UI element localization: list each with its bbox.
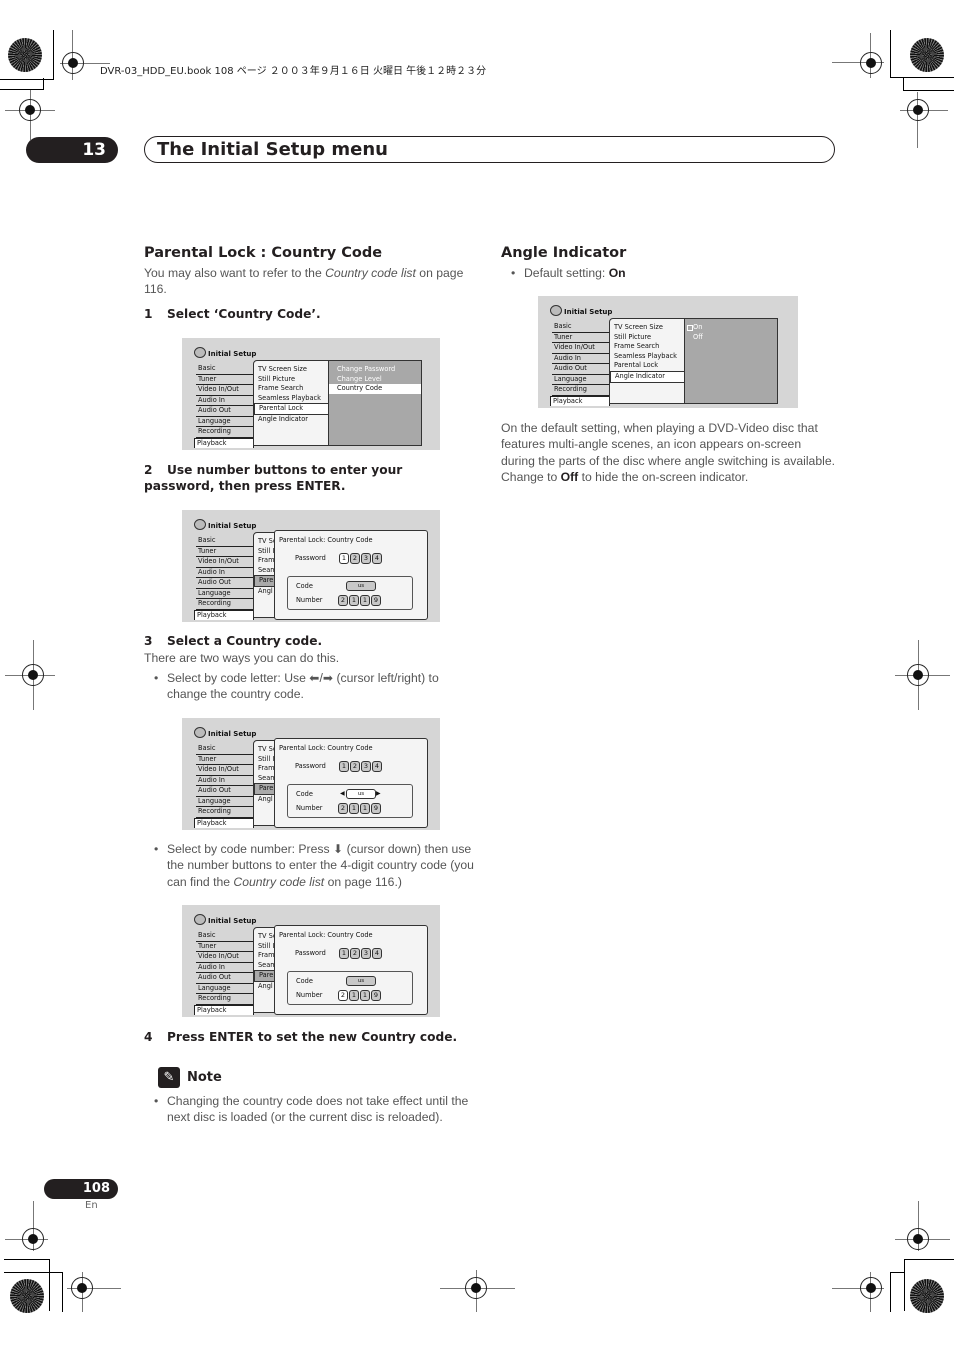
osd-category-list: Basic Tuner Video In/Out Audio In Audio … [194, 364, 254, 448]
osd-category: Recording [196, 427, 254, 438]
registration-mark-icon [860, 52, 882, 74]
registration-mark-icon [860, 1277, 882, 1299]
setup-disc-icon [194, 914, 206, 925]
setup-disc-icon [550, 305, 562, 316]
osd-screen-code-letter: Initial Setup Basic Tuner Video In/Out Audi… [182, 718, 440, 830]
language-code: En [85, 1200, 98, 1211]
chapter-number-badge: 13 [26, 137, 118, 163]
osd-option-off: Off [693, 332, 703, 341]
note-title: Note [187, 1070, 222, 1085]
bullet-code-letter: • Select by code letter: Use ⬅/➡ (cursor … [154, 671, 439, 702]
default-setting: • Default setting: On [511, 266, 626, 280]
osd-screen-password: Initial Setup Basic Tuner Video In/Out Audi… [182, 510, 440, 622]
registration-mark-icon [465, 1277, 487, 1299]
setup-disc-icon [194, 347, 206, 358]
note-pencil-icon: ✎ [158, 1067, 180, 1088]
setup-disc-icon [194, 727, 206, 738]
osd-category: Audio In [196, 396, 254, 406]
step-4: 4 Press ENTER to set the new Country code… [144, 1030, 458, 1044]
osd-category: Basic [196, 364, 254, 375]
crop-mark [0, 79, 54, 80]
code-value-selected: us [346, 789, 376, 799]
registration-mark-icon [71, 1277, 93, 1299]
registration-disc-icon [8, 38, 42, 72]
registration-mark-icon [62, 52, 84, 74]
osd-screen-code-number: Initial Setup Basic Tuner Video In/Out Audi… [182, 905, 440, 1017]
registration-mark-icon [907, 99, 929, 121]
osd-title: Initial Setup [194, 347, 256, 358]
crop-mark [0, 89, 44, 90]
registration-disc-icon [910, 1279, 944, 1313]
section-heading-angle-indicator: Angle Indicator [501, 245, 627, 261]
intro-paragraph: You may also want to refer to the Countr… [144, 266, 464, 297]
bullet-code-number: • Select by code number: Press ⬇ (cursor … [154, 842, 474, 889]
registration-mark-icon [22, 664, 44, 686]
osd-screen-angle-indicator: Initial Setup Basic Tuner Video In/Out Audi… [538, 296, 798, 408]
step-3: 3 Select a Country code. [144, 634, 323, 648]
osd-category: Tuner [196, 375, 254, 385]
osd-angle-options: On Off [684, 318, 778, 404]
step-3-subtext: There are two ways you can do this. [144, 651, 340, 665]
print-header: DVR-03_HDD_EU.book 108 ページ ２００３年９月１６日 火曜… [100, 66, 487, 77]
chapter-title: The Initial Setup menu [157, 139, 388, 160]
step-2: 2 Use number buttons to enter your passwo… [144, 463, 403, 494]
registration-disc-icon [10, 1279, 44, 1313]
radio-selected-icon [687, 325, 693, 331]
osd-country-code-dialog: Parental Lock: Country Code Password 123… [274, 530, 428, 620]
registration-mark-icon [22, 1228, 44, 1250]
osd-screen-select-country-code: Initial Setup Basic Tuner Video In/Out A… [182, 338, 440, 450]
angle-indicator-paragraph: On the default setting, when playing a D… [501, 421, 835, 484]
osd-option-on: On [685, 323, 777, 333]
setup-disc-icon [194, 519, 206, 530]
arrow-left-icon: ◀ [340, 790, 345, 797]
arrow-right-icon: ▶ [376, 790, 381, 797]
code-value: us [346, 581, 376, 591]
osd-category: Language [196, 417, 254, 427]
osd-parental-options: Change Password Change Level Country Cod… [328, 360, 422, 446]
password-digits: 1234 [339, 553, 382, 564]
registration-mark-icon [19, 99, 41, 121]
osd-category-selected: Playback [194, 437, 254, 448]
step-1: 1 Select ‘Country Code’. [144, 307, 321, 321]
registration-disc-icon [910, 38, 944, 72]
osd-category: Video In/Out [196, 385, 254, 396]
page-number-badge: 108 [44, 1179, 118, 1199]
osd-category: Audio Out [196, 406, 254, 417]
note-text: • Changing the country code does not take… [154, 1094, 469, 1125]
section-heading-parental-lock: Parental Lock : Country Code [144, 245, 383, 261]
registration-mark-icon [907, 664, 929, 686]
osd-playback-items: TV Screen Size Still Picture Frame Searc… [253, 360, 331, 446]
crop-mark [53, 30, 54, 80]
registration-mark-icon [907, 1228, 929, 1250]
